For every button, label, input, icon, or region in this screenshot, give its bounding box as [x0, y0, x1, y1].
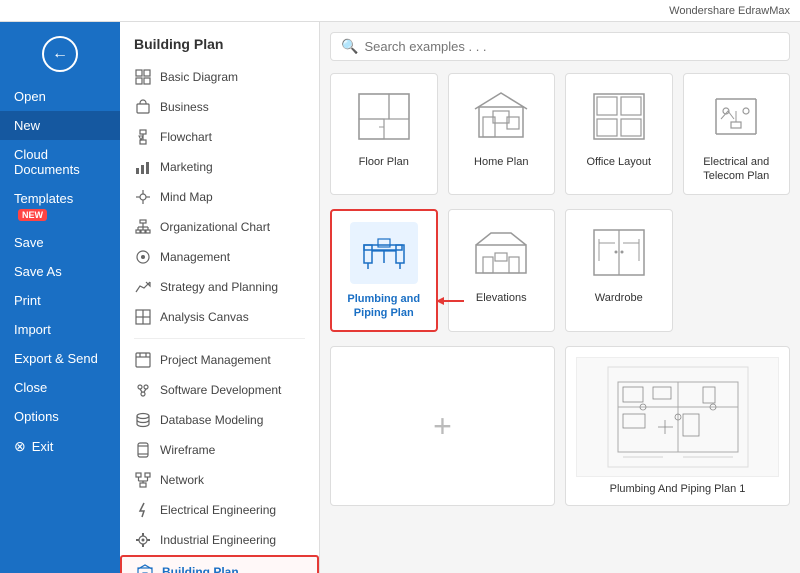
- industrial-icon: [134, 531, 152, 549]
- cat-project[interactable]: Project Management: [120, 345, 319, 375]
- cat-mindmap[interactable]: Mind Map: [120, 182, 319, 212]
- nav-import[interactable]: Import: [0, 315, 120, 344]
- nav-saveas[interactable]: Save As: [0, 257, 120, 286]
- flowchart-icon: [134, 128, 152, 146]
- cat-database[interactable]: Database Modeling: [120, 405, 319, 435]
- back-button[interactable]: ←: [42, 36, 78, 72]
- cat-strategy[interactable]: Strategy and Planning: [120, 272, 319, 302]
- template-floor-plan[interactable]: Floor Plan: [330, 73, 438, 195]
- category-divider: [134, 338, 305, 339]
- business-icon: [134, 98, 152, 116]
- template-wardrobe[interactable]: Wardrobe: [565, 209, 673, 333]
- home-plan-icon-area: [466, 84, 536, 149]
- nav-cloud[interactable]: Cloud Documents: [0, 140, 120, 184]
- elevations-label: Elevations: [476, 291, 527, 305]
- sidebar-title: Building Plan: [120, 32, 319, 62]
- wardrobe-label: Wardrobe: [595, 291, 643, 305]
- electrical-telecom-label: Electrical and Telecom Plan: [694, 155, 780, 184]
- cat-electrical[interactable]: Electrical Engineering: [120, 495, 319, 525]
- strategy-icon: [134, 278, 152, 296]
- floor-plan-label: Floor Plan: [359, 155, 409, 169]
- wireframe-icon: [134, 441, 152, 459]
- search-bar[interactable]: 🔍: [330, 32, 790, 61]
- plumbing-piping-label: Plumbing and Piping Plan: [342, 292, 426, 321]
- cat-industrial[interactable]: Industrial Engineering: [120, 525, 319, 555]
- building-icon: [136, 563, 154, 573]
- nav-export[interactable]: Export & Send: [0, 344, 120, 373]
- nav-new[interactable]: New: [0, 111, 120, 140]
- cat-building[interactable]: Building Plan: [120, 555, 319, 573]
- template-office-layout[interactable]: Office Layout: [565, 73, 673, 195]
- software-icon: [134, 381, 152, 399]
- electrical-icon: [134, 501, 152, 519]
- nav-options[interactable]: Options: [0, 402, 120, 431]
- template-elevations[interactable]: Elevations: [448, 209, 556, 333]
- floor-plan-icon-area: [349, 84, 419, 149]
- database-icon: [134, 411, 152, 429]
- orgchart-icon: [134, 218, 152, 236]
- cat-basic[interactable]: Basic Diagram: [120, 62, 319, 92]
- cat-business[interactable]: Business: [120, 92, 319, 122]
- cat-software[interactable]: Software Development: [120, 375, 319, 405]
- new-blank-button[interactable]: +: [330, 346, 555, 506]
- cat-analysis[interactable]: Analysis Canvas: [120, 302, 319, 332]
- cat-orgchart[interactable]: Organizational Chart: [120, 212, 319, 242]
- nav-templates[interactable]: Templates NEW: [0, 184, 120, 228]
- nav-exit[interactable]: ⊗ Exit: [0, 431, 120, 462]
- management-icon: [134, 248, 152, 266]
- preview-image-area: [576, 357, 779, 477]
- cat-flowchart[interactable]: Flowchart: [120, 122, 319, 152]
- search-icon: 🔍: [341, 38, 358, 55]
- main-content: 🔍 Floor Plan: [320, 22, 800, 573]
- new-badge: NEW: [18, 209, 47, 221]
- app-title: Wondershare EdrawMax: [669, 5, 790, 17]
- template-home-plan[interactable]: Home Plan: [448, 73, 556, 195]
- project-icon: [134, 351, 152, 369]
- template-grid-row1: Floor Plan Home Plan: [330, 73, 790, 195]
- basic-icon: [134, 68, 152, 86]
- analysis-icon: [134, 308, 152, 326]
- search-input[interactable]: [364, 39, 779, 54]
- preview-card[interactable]: Plumbing And Piping Plan 1: [565, 346, 790, 506]
- template-plumbing-piping[interactable]: Plumbing and Piping Plan: [330, 209, 438, 333]
- cat-management[interactable]: Management: [120, 242, 319, 272]
- preview-label: Plumbing And Piping Plan 1: [610, 483, 746, 495]
- nav-print[interactable]: Print: [0, 286, 120, 315]
- cat-marketing[interactable]: Marketing: [120, 152, 319, 182]
- office-layout-icon-area: [584, 84, 654, 149]
- empty-grid-cell: [683, 209, 791, 333]
- network-icon: [134, 471, 152, 489]
- elevations-icon-area: [466, 220, 536, 285]
- home-plan-label: Home Plan: [474, 155, 528, 169]
- nav-save[interactable]: Save: [0, 228, 120, 257]
- mindmap-icon: [134, 188, 152, 206]
- bottom-row: +: [330, 346, 790, 506]
- nav-open[interactable]: Open: [0, 82, 120, 111]
- plumbing-piping-icon-area: [349, 221, 419, 286]
- plus-icon: +: [433, 408, 452, 445]
- cat-wireframe[interactable]: Wireframe: [120, 435, 319, 465]
- template-electrical-telecom[interactable]: Electrical and Telecom Plan: [683, 73, 791, 195]
- nav-close[interactable]: Close: [0, 373, 120, 402]
- template-grid-row2: Plumbing and Piping Plan: [330, 209, 790, 333]
- marketing-icon: [134, 158, 152, 176]
- electrical-telecom-icon-area: [701, 84, 771, 149]
- wardrobe-icon-area: [584, 220, 654, 285]
- left-sidebar: ← Open New Cloud Documents Templates NEW…: [0, 22, 120, 573]
- office-layout-label: Office Layout: [586, 155, 651, 169]
- category-sidebar: Building Plan Basic Diagram Business Flo…: [120, 22, 320, 573]
- cat-network[interactable]: Network: [120, 465, 319, 495]
